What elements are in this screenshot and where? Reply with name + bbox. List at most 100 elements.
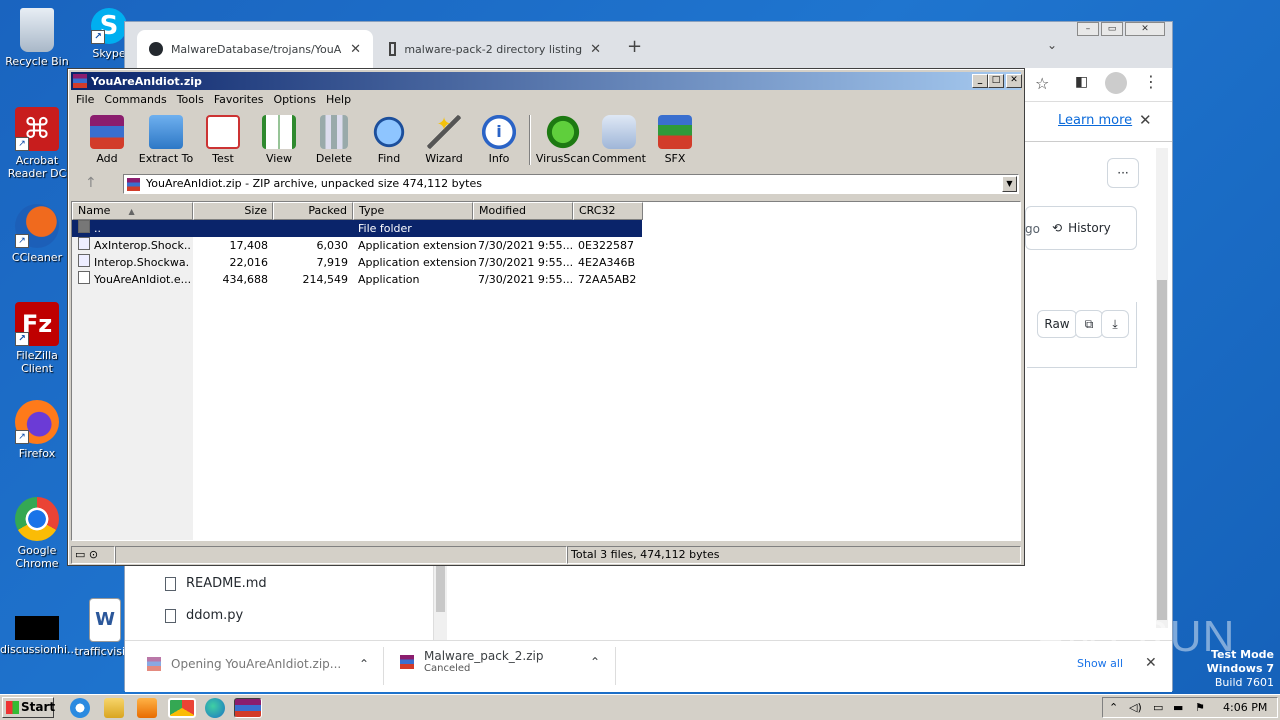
table-row[interactable]: AxInterop.Shock... 17,408 6,030 Applicat… <box>72 237 642 254</box>
side-panel-icon[interactable]: ◧ <box>1075 74 1088 90</box>
column-name[interactable]: Name ▲ <box>72 202 193 220</box>
edge-icon[interactable] <box>205 698 225 718</box>
power-icon[interactable]: ▬ <box>1173 698 1183 717</box>
menu-favorites[interactable]: Favorites <box>209 91 269 109</box>
address-field[interactable]: YouAreAnIdiot.zip - ZIP archive, unpacke… <box>123 174 1019 194</box>
winrar-window: YouAreAnIdiot.zip _ □ ✕ File Commands To… <box>67 68 1025 566</box>
close-icon[interactable]: ✕ <box>350 42 361 57</box>
download-item-malware-pack[interactable]: Malware_pack_2.zip Canceled ⌃ <box>400 649 600 674</box>
desktop-icon-firefox[interactable]: ↗ Firefox <box>0 400 74 460</box>
desktop-icon-discussion[interactable]: discussionhi... <box>0 616 78 656</box>
menu-options[interactable]: Options <box>269 91 321 109</box>
up-arrow-icon[interactable]: ↑ <box>85 175 97 191</box>
wizard-button[interactable]: ✦ Wizard <box>414 113 474 166</box>
profile-icon[interactable] <box>1105 72 1127 94</box>
table-row[interactable]: YouAreAnIdiot.e... 434,688 214,549 Appli… <box>72 271 642 288</box>
tool-label: Comment <box>592 152 646 165</box>
add-button[interactable]: Add <box>77 113 137 165</box>
table-row[interactable]: .. File folder <box>72 220 642 237</box>
view-button[interactable]: View <box>249 113 309 165</box>
tray-expand-icon[interactable]: ⌃ <box>1109 698 1118 717</box>
minimize-button[interactable]: – <box>1077 22 1099 36</box>
find-button[interactable]: Find <box>359 113 419 165</box>
network-icon[interactable]: ▭ <box>1153 698 1163 717</box>
column-packed[interactable]: Packed <box>273 202 353 220</box>
table-row[interactable]: Interop.Shockwa... 22,016 7,919 Applicat… <box>72 254 642 271</box>
explorer-icon[interactable] <box>104 698 124 718</box>
chevron-up-icon[interactable]: ⌃ <box>359 657 369 671</box>
desktop-icon-filezilla[interactable]: Fz ↗ FileZilla Client <box>0 302 74 375</box>
file-list-scrollbar[interactable] <box>433 562 447 640</box>
media-player-icon[interactable] <box>137 698 157 718</box>
comment-button[interactable]: Comment <box>589 113 649 165</box>
cell-type: File folder <box>358 222 412 235</box>
dropdown-arrow-icon[interactable]: ▼ <box>1002 176 1017 192</box>
test-icon <box>206 115 240 149</box>
address-text: YouAreAnIdiot.zip - ZIP archive, unpacke… <box>146 177 482 190</box>
comment-icon <box>602 115 636 149</box>
column-crc32[interactable]: CRC32 <box>573 202 643 220</box>
file-item-readme[interactable]: README.md <box>165 576 267 591</box>
action-center-icon[interactable]: ⚑ <box>1195 698 1205 717</box>
close-icon[interactable]: ✕ <box>590 42 601 57</box>
sfx-button[interactable]: SFX <box>645 113 705 165</box>
tool-label: VirusScan <box>535 152 591 165</box>
cell-type: Application extension <box>358 256 477 269</box>
desktop-icon-ccleaner[interactable]: ↗ CCleaner <box>0 204 74 264</box>
new-tab-button[interactable]: + <box>627 36 642 57</box>
column-size[interactable]: Size <box>193 202 273 220</box>
menu-icon[interactable]: ⋮ <box>1143 72 1159 91</box>
blank-file-icon <box>15 616 59 640</box>
close-icon[interactable]: ✕ <box>1139 111 1152 129</box>
menu-bar: File Commands Tools Favorites Options He… <box>71 91 356 109</box>
system-tray: ⌃ ◁) ▭ ▬ ⚑ 4:06 PM <box>1102 697 1278 718</box>
chrome-taskbar-icon[interactable] <box>168 698 196 718</box>
test-button[interactable]: Test <box>193 113 253 165</box>
scrollbar-thumb[interactable] <box>1157 280 1167 620</box>
menu-commands[interactable]: Commands <box>99 91 171 109</box>
more-options-button[interactable]: ··· <box>1107 158 1139 188</box>
menu-help[interactable]: Help <box>321 91 356 109</box>
virusscan-button[interactable]: VirusScan <box>533 113 593 165</box>
delete-button[interactable]: Delete <box>304 113 364 165</box>
close-button[interactable]: ✕ <box>1125 22 1165 36</box>
status-total: Total 3 files, 474,112 bytes <box>567 546 1021 564</box>
maximize-button[interactable]: ▭ <box>1101 22 1123 36</box>
star-icon[interactable]: ☆ <box>1035 74 1049 93</box>
info-button[interactable]: i Info <box>469 113 529 165</box>
menu-tools[interactable]: Tools <box>172 91 209 109</box>
file-item-ddom[interactable]: ddom.py <box>165 608 243 623</box>
history-button[interactable]: ⟲ History <box>1025 206 1137 250</box>
tool-label: Find <box>377 152 401 165</box>
taskbar: Start ⌃ ◁) ▭ ▬ ⚑ 4:06 PM <box>0 694 1280 720</box>
scrollbar[interactable] <box>1156 148 1168 628</box>
skype-icon: S ↗ <box>91 8 127 44</box>
tool-label: Add <box>96 152 118 165</box>
chevron-up-icon[interactable]: ⌃ <box>590 655 600 669</box>
clock[interactable]: 4:06 PM <box>1223 698 1267 717</box>
scrollbar-thumb[interactable] <box>436 562 445 612</box>
download-item-opening[interactable]: Opening YouAreAnIdiot.zip... ⌃ <box>147 657 369 671</box>
minimize-button[interactable]: _ <box>972 74 988 88</box>
volume-icon[interactable]: ◁) <box>1129 698 1142 717</box>
desktop-icon-chrome[interactable]: Google Chrome <box>0 497 74 570</box>
ie-icon[interactable] <box>70 698 90 718</box>
maximize-button[interactable]: □ <box>988 74 1004 88</box>
winrar-taskbar-icon[interactable] <box>234 698 262 718</box>
desktop-icon-recycle-bin[interactable]: Recycle Bin <box>0 8 74 68</box>
learn-more-link[interactable]: Learn more <box>1058 113 1132 128</box>
tab-malwaredatabase[interactable]: MalwareDatabase/trojans/YouAreA ✕ <box>137 30 373 68</box>
menu-file[interactable]: File <box>71 91 99 109</box>
tab-malware-pack[interactable]: malware-pack-2 directory listing ✕ <box>377 30 613 68</box>
column-modified[interactable]: Modified <box>473 202 573 220</box>
tool-label: SFX <box>664 152 686 165</box>
column-type[interactable]: Type <box>353 202 473 220</box>
desktop-icon-acrobat[interactable]: ⌘ ↗ Acrobat Reader DC <box>0 107 74 180</box>
word-doc-icon: W <box>89 598 121 642</box>
acrobat-icon: ⌘ ↗ <box>15 107 59 151</box>
chevron-down-icon[interactable]: ⌄ <box>1047 38 1057 52</box>
extract-to-button[interactable]: Extract To <box>136 113 196 165</box>
close-button[interactable]: ✕ <box>1006 74 1022 88</box>
cell-modified: 7/30/2021 9:55... <box>478 273 574 286</box>
start-button[interactable]: Start <box>2 697 55 718</box>
